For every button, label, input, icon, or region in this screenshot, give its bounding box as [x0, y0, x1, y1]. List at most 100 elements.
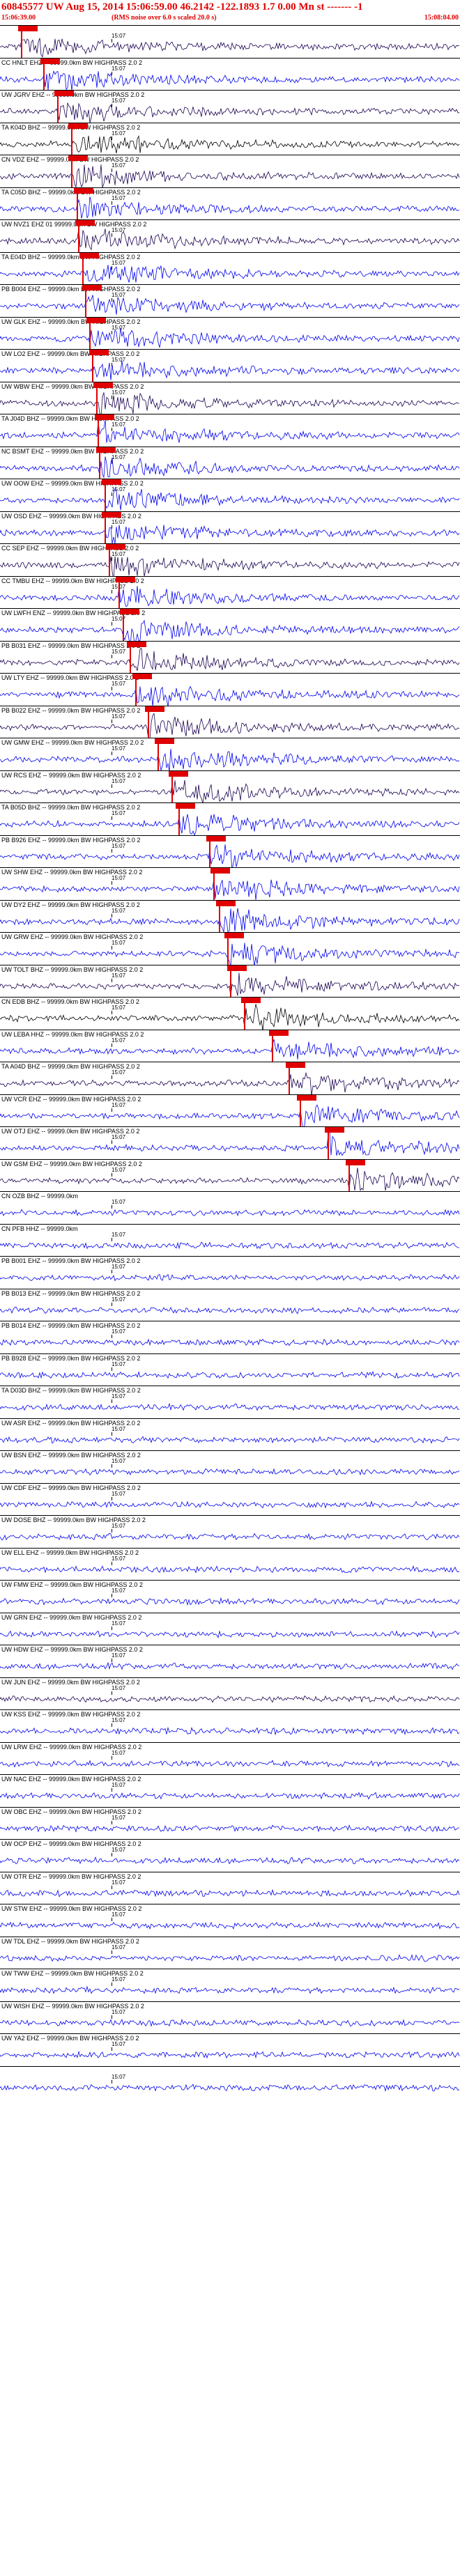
trace-panel: CN PFB HHZ -- 99999.0km 15:07	[0, 1223, 460, 1257]
time-tick-label: 15:07	[112, 1069, 126, 1076]
phase-pick-marker	[241, 998, 261, 1003]
trace-panel: CN VDZ EHZ -- 99999.0km BW HIGHPASS 2.0 …	[0, 155, 460, 188]
time-tick-label: 15:07	[112, 1037, 126, 1043]
time-tick-label: 15:07	[112, 1749, 126, 1756]
time-tick-label: 15:07	[112, 1490, 126, 1497]
trace-panel: UW RCS EHZ -- 99999.0km BW HIGHPASS 2.0 …	[0, 770, 460, 803]
phase-pick-marker	[224, 933, 244, 938]
time-tick-label: 15:07	[112, 162, 126, 169]
phase-pick-marker	[286, 1062, 305, 1068]
phase-pick-line	[244, 1003, 245, 1030]
phase-pick-marker	[74, 187, 93, 194]
trace-panel: TA E04D BHZ -- 99999.0km BW HIGHPASS 2.0…	[0, 251, 460, 285]
trace-panel: CN EDB BHZ -- 99999.0km BW HIGHPASS 2.0 …	[0, 997, 460, 1030]
time-tick-label: 15:07	[112, 1101, 126, 1108]
time-tick-label: 15:07	[112, 713, 126, 720]
phase-pick-line	[328, 1133, 329, 1159]
time-tick-label: 15:07	[112, 1264, 126, 1270]
trace-panel: PB B014 EHZ -- 99999.0km BW HIGHPASS 2.0…	[0, 1321, 460, 1353]
trace-panel: UW TWW EHZ -- 99999.0km BW HIGHPASS 2.0 …	[0, 1969, 460, 2001]
time-tick-label: 15:07	[112, 1199, 126, 1205]
time-tick-label: 15:07	[112, 972, 126, 979]
time-tick-label: 15:07	[112, 389, 126, 396]
time-tick-label: 15:07	[112, 421, 126, 428]
trace-panel: UW SHW EHZ -- 99999.0km BW HIGHPASS 2.0 …	[0, 867, 460, 900]
phase-pick-line	[99, 452, 100, 479]
phase-pick-marker	[116, 576, 135, 582]
time-tick-label: 15:07	[112, 324, 126, 331]
trace-panel: UW TOLT BHZ -- 99999.0km BW HIGHPASS 2.0…	[0, 964, 460, 998]
phase-pick-marker	[227, 965, 247, 971]
time-tick-label: 15:07	[112, 875, 126, 881]
trace-panel: UW GRN EHZ -- 99999.0km BW HIGHPASS 2.0 …	[0, 1612, 460, 1645]
phase-pick-line	[118, 582, 120, 609]
time-tick-label: 15:07	[112, 2041, 126, 2047]
trace-panel: UW JGRV EHZ -- 99999.0km BW HIGHPASS 2.0…	[0, 90, 460, 123]
time-tick-label: 15:07	[112, 1296, 126, 1303]
trace-panel: UW KSS EHZ -- 99999.0km BW HIGHPASS 2.0 …	[0, 1709, 460, 1742]
trace-panel: UW OSD EHZ -- 99999.0km BW HIGHPASS 2.0 …	[0, 511, 460, 544]
trace-panel: UW JUN EHZ -- 99999.0km BW HIGHPASS 2.0 …	[0, 1677, 460, 1710]
trace-panel: PB B001 EHZ -- 99999.0km BW HIGHPASS 2.0…	[0, 1256, 460, 1289]
phase-pick-line	[230, 970, 231, 998]
trace-panel: CC SEP EHZ -- 99999.0km BW HIGHPASS 2.0 …	[0, 543, 460, 577]
time-tick-label: 15:07	[112, 1004, 126, 1011]
time-tick-label: 15:07	[112, 1652, 126, 1659]
time-tick-label: 15:07	[112, 940, 126, 946]
phase-pick-marker	[216, 900, 236, 906]
phase-pick-line	[21, 31, 22, 58]
phase-pick-marker	[54, 91, 74, 96]
time-tick-label: 15:07	[112, 745, 126, 752]
phase-pick-line	[77, 193, 78, 220]
trace-panel: UW YA2 EHZ -- 99999.0km BW HIGHPASS 2.0 …	[0, 2033, 460, 2066]
phase-pick-line	[148, 711, 149, 738]
phase-pick-marker	[86, 317, 106, 323]
time-tick-label: 15:07	[112, 1976, 126, 1983]
phase-pick-line	[123, 614, 124, 641]
phase-pick-marker	[106, 544, 125, 550]
trace-panel: CC TMBU EHZ -- 99999.0km BW HIGHPASS 2.0…	[0, 575, 460, 609]
trace-panel: PB B013 EHZ -- 99999.0km BW HIGHPASS 2.0…	[0, 1288, 460, 1321]
phase-pick-marker	[79, 252, 99, 258]
time-tick-label: 15:07	[112, 1458, 126, 1464]
trace-panel: UW LO2 EHZ -- 99999.0km BW HIGHPASS 2.0 …	[0, 349, 460, 382]
time-tick-label: 15:07	[112, 1717, 126, 1723]
trace-panel: UW ASR EHZ -- 99999.0km BW HIGHPASS 2.0 …	[0, 1418, 460, 1451]
trace-panel: UW BSN EHZ -- 99999.0km BW HIGHPASS 2.0 …	[0, 1450, 460, 1483]
channel-label: CN OZB BHZ -- 99999.0km	[1, 1193, 79, 1200]
phase-pick-marker	[82, 285, 102, 290]
phase-pick-line	[105, 517, 106, 544]
trace-panel: UW LRW EHZ -- 99999.0km BW HIGHPASS 2.0 …	[0, 1741, 460, 1775]
phase-pick-line	[98, 420, 99, 447]
trace-panel: TA K04D BHZ -- 99999.0km BW HIGHPASS 2.0…	[0, 122, 460, 155]
trace-panel: PB B928 EHZ -- 99999.0km BW HIGHPASS 2.0…	[0, 1353, 460, 1386]
time-tick-label: 15:07	[112, 33, 126, 39]
time-tick-label: 15:07	[112, 1943, 126, 1950]
time-tick-label: 15:07	[112, 1588, 126, 1594]
phase-pick-marker	[68, 155, 88, 161]
time-tick-label: 15:07	[112, 1684, 126, 1691]
channel-label: CN PFB HHZ -- 99999.0km	[1, 1225, 78, 1232]
time-tick-label: 15:07	[112, 681, 126, 687]
phase-pick-marker	[145, 706, 164, 712]
phase-pick-line	[82, 258, 84, 285]
time-tick-label: 15:07	[112, 2073, 126, 2080]
time-tick-label: 15:07	[112, 907, 126, 914]
trace-panel: UW GSM EHZ -- 99999.0km BW HIGHPASS 2.0 …	[0, 1158, 460, 1192]
trace-panel: UW OBC EHZ -- 99999.0km BW HIGHPASS 2.0 …	[0, 1806, 460, 1840]
phase-pick-marker	[93, 382, 113, 388]
trace-panel: UW DOSE BHZ -- 99999.0km BW HIGHPASS 2.0…	[0, 1515, 460, 1548]
time-tick-label: 15:07	[112, 194, 126, 201]
phase-pick-marker	[96, 447, 116, 453]
trace-panel: UW OTR EHZ -- 99999.0km BW HIGHPASS 2.0 …	[0, 1871, 460, 1904]
phase-pick-marker	[210, 868, 230, 874]
phase-pick-marker	[75, 220, 95, 226]
time-tick-label: 15:07	[112, 486, 126, 492]
phase-pick-line	[158, 744, 159, 770]
time-tick-label: 15:07	[112, 810, 126, 816]
phase-pick-line	[71, 161, 72, 187]
trace-panel: UW GRW EHZ -- 99999.0km BW HIGHPASS 2.0 …	[0, 932, 460, 965]
time-tick-label: 15:07	[112, 1814, 126, 1821]
trace-panel: UW LEBA HHZ -- 99999.0km BW HIGHPASS 2.0…	[0, 1029, 460, 1062]
time-tick-label: 15:07	[112, 1555, 126, 1562]
